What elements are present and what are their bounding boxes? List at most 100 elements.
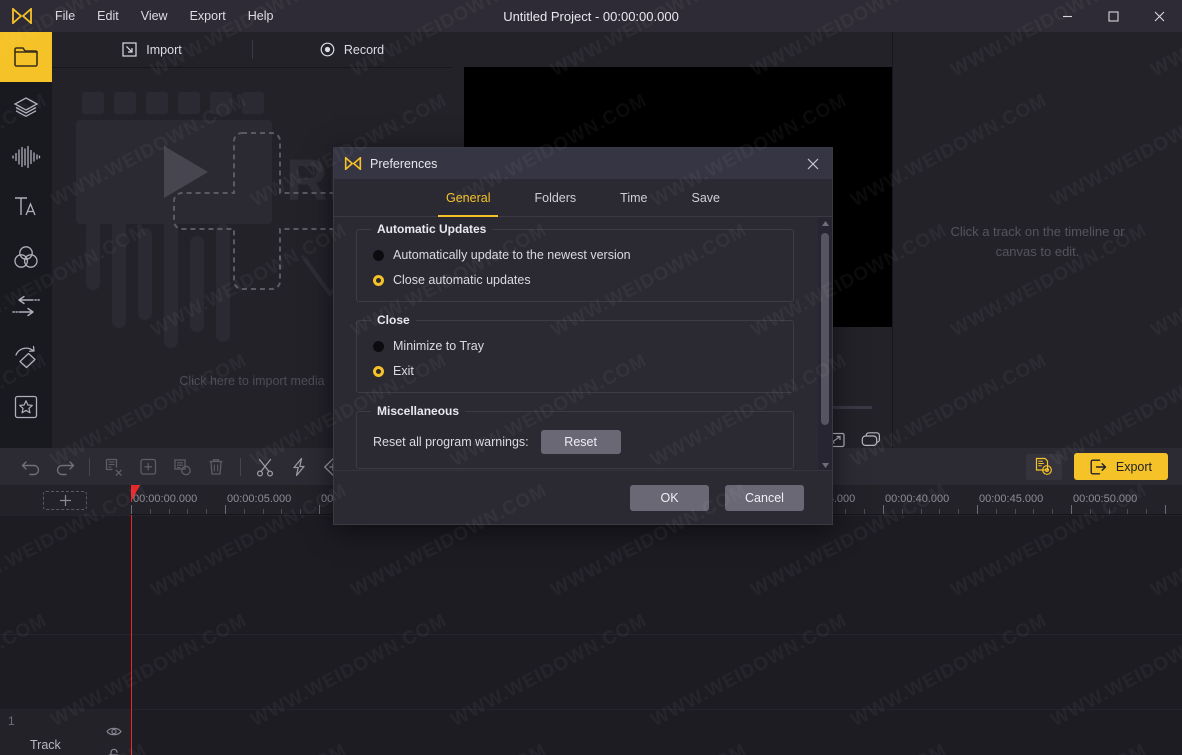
sidebar-item-motion[interactable] bbox=[0, 332, 52, 382]
sidebar-item-transitions[interactable] bbox=[0, 282, 52, 332]
ruler-tick bbox=[1071, 505, 1072, 514]
speed-button[interactable] bbox=[282, 448, 316, 485]
radio-minimize-label: Minimize to Tray bbox=[393, 339, 484, 353]
radio-exit[interactable]: Exit bbox=[373, 364, 777, 378]
reset-warnings-row: Reset all program warnings: Reset bbox=[373, 430, 777, 454]
scrollbar-thumb[interactable] bbox=[821, 233, 829, 425]
reset-button[interactable]: Reset bbox=[540, 430, 621, 454]
menu-item-view[interactable]: View bbox=[130, 5, 179, 27]
timeline-tracks[interactable]: 1 Track bbox=[0, 515, 1182, 755]
ruler-label-10: 00:00:50.000 bbox=[1073, 493, 1138, 505]
menu-item-help[interactable]: Help bbox=[237, 5, 285, 27]
ruler-tick bbox=[977, 505, 978, 514]
dialog-scrollbar[interactable] bbox=[818, 217, 832, 471]
timeline-ruler-head bbox=[0, 485, 131, 515]
ruler-tick bbox=[300, 509, 301, 514]
track-lock-toggle[interactable] bbox=[106, 748, 121, 755]
add-clip-button[interactable] bbox=[131, 448, 165, 485]
ruler-tick bbox=[1052, 509, 1053, 514]
properties-panel: Click a track on the timeline or canvas … bbox=[892, 32, 1182, 448]
track-visibility-toggle[interactable] bbox=[106, 724, 122, 742]
split-button[interactable] bbox=[248, 448, 282, 485]
group-title-miscellaneous: Miscellaneous bbox=[371, 404, 466, 418]
menu-item-edit[interactable]: Edit bbox=[86, 5, 130, 27]
import-arrow-icon bbox=[122, 42, 137, 57]
app-logo-icon bbox=[0, 8, 44, 24]
track-header-1[interactable]: 1 Track bbox=[0, 710, 131, 755]
radio-indicator bbox=[373, 340, 384, 352]
folder-icon bbox=[14, 47, 38, 67]
ruler-tick bbox=[921, 509, 922, 514]
sidebar-item-media-library[interactable] bbox=[0, 32, 52, 82]
record-dot-icon bbox=[320, 42, 335, 57]
crop-button[interactable] bbox=[97, 448, 131, 485]
chevron-down-icon bbox=[821, 462, 829, 468]
group-miscellaneous: Miscellaneous Reset all program warnings… bbox=[356, 404, 794, 469]
tab-general[interactable]: General bbox=[424, 179, 512, 217]
minimize-button[interactable] bbox=[1044, 0, 1090, 32]
ruler-tick bbox=[1015, 509, 1016, 514]
add-track-button[interactable] bbox=[43, 491, 87, 510]
radio-auto-update-label: Automatically update to the newest versi… bbox=[393, 248, 631, 262]
ruler-tick bbox=[1033, 509, 1034, 514]
playhead-line[interactable] bbox=[131, 515, 132, 755]
lightning-icon bbox=[293, 457, 305, 476]
toolbar-divider-2 bbox=[240, 457, 241, 476]
dialog-close-button[interactable] bbox=[794, 148, 832, 179]
ruler-label-0: 00:00:00.000 bbox=[133, 493, 198, 505]
color-circles-icon bbox=[14, 246, 38, 268]
media-panel-tabs: Import Record bbox=[52, 32, 452, 68]
scroll-up-button[interactable] bbox=[818, 217, 832, 229]
crop-icon bbox=[105, 458, 122, 476]
sidebar-item-audio[interactable] bbox=[0, 132, 52, 182]
menu-item-file[interactable]: File bbox=[44, 5, 86, 27]
tab-import[interactable]: Import bbox=[52, 32, 252, 67]
radio-minimize-to-tray[interactable]: Minimize to Tray bbox=[373, 339, 777, 353]
dialog-body: Automatic Updates Automatically update t… bbox=[334, 217, 832, 471]
ruler-tick bbox=[169, 509, 170, 514]
reset-warnings-label: Reset all program warnings: bbox=[373, 435, 529, 449]
ruler-tick bbox=[244, 509, 245, 514]
dialog-scroll-area: Automatic Updates Automatically update t… bbox=[334, 217, 816, 471]
application-window: File Edit View Export Help Untitled Proj… bbox=[0, 0, 1182, 755]
ruler-tick bbox=[864, 509, 865, 514]
sidebar-item-filters[interactable] bbox=[0, 232, 52, 282]
duplicate-icon bbox=[174, 458, 191, 475]
radio-close-auto-update[interactable]: Close automatic updates bbox=[373, 273, 777, 287]
tab-import-label: Import bbox=[146, 42, 182, 57]
duplicate-button[interactable] bbox=[165, 448, 199, 485]
track-number: 1 bbox=[8, 714, 15, 728]
unlock-icon bbox=[108, 748, 119, 755]
preview-actions bbox=[826, 432, 880, 448]
ruler-tick bbox=[845, 509, 846, 514]
delete-button[interactable] bbox=[199, 448, 233, 485]
ruler-label-9: 00:00:45.000 bbox=[979, 493, 1044, 505]
tab-folders[interactable]: Folders bbox=[512, 179, 598, 217]
properties-hint-line-1: Click a track on the timeline or bbox=[950, 224, 1125, 239]
tab-save[interactable]: Save bbox=[670, 179, 743, 217]
sidebar-item-effects[interactable] bbox=[0, 382, 52, 432]
tab-time[interactable]: Time bbox=[598, 179, 669, 217]
playhead-handle[interactable] bbox=[131, 485, 140, 502]
chevron-up-icon bbox=[821, 220, 829, 226]
maximize-button[interactable] bbox=[1090, 0, 1136, 32]
timeline: 00:00:00.000 00:00:05.000 00:00:10.000 0… bbox=[0, 485, 1182, 755]
cancel-button[interactable]: Cancel bbox=[725, 484, 804, 511]
close-button[interactable] bbox=[1136, 0, 1182, 32]
ok-button[interactable]: OK bbox=[630, 484, 709, 511]
radio-auto-update[interactable]: Automatically update to the newest versi… bbox=[373, 248, 777, 262]
sidebar-item-stickers[interactable] bbox=[0, 82, 52, 132]
text-icon bbox=[15, 197, 36, 216]
redo-button[interactable] bbox=[48, 448, 82, 485]
pop-out-icon[interactable] bbox=[861, 432, 880, 448]
tab-record[interactable]: Record bbox=[252, 32, 452, 67]
render-settings-button[interactable] bbox=[1025, 453, 1062, 480]
redo-icon bbox=[56, 460, 75, 475]
menu-item-export[interactable]: Export bbox=[179, 5, 237, 27]
ruler-tick bbox=[206, 509, 207, 514]
export-button[interactable]: Export bbox=[1073, 453, 1168, 480]
undo-button[interactable] bbox=[14, 448, 48, 485]
add-box-icon bbox=[140, 458, 157, 475]
sidebar-item-text[interactable] bbox=[0, 182, 52, 232]
ruler-label-1: 00:00:05.000 bbox=[227, 493, 292, 505]
